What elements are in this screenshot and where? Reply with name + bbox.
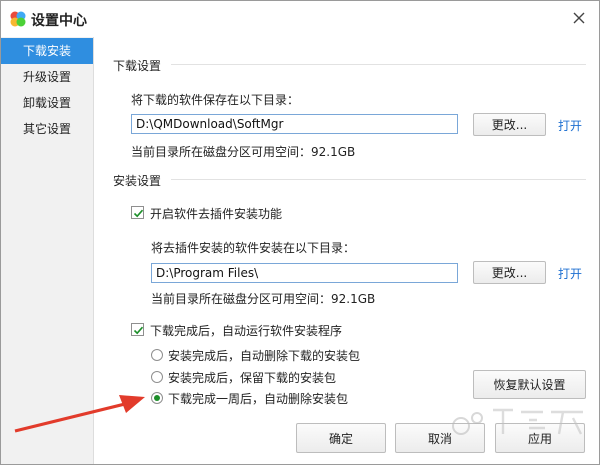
- download-free-space: 当前目录所在磁盘分区可用空间：92.1GB: [131, 145, 356, 159]
- check-icon: [133, 209, 144, 218]
- radio-delete-after-install-label: 安装完成后，自动删除下载的安装包: [168, 349, 361, 363]
- download-path-input[interactable]: [131, 114, 458, 134]
- sidebar: 下载安装 升级设置 卸载设置 其它设置: [1, 37, 94, 464]
- window-title: 设置中心: [31, 13, 87, 29]
- radio-keep-package[interactable]: [151, 371, 163, 383]
- plugin-path-label: 将去插件安装的软件安装在以下目录：: [151, 241, 356, 255]
- download-path-label: 将下载的软件保存在以下目录：: [131, 93, 300, 107]
- radio-delete-after-week-label: 下载完成一周后，自动删除安装包: [168, 392, 349, 406]
- app-logo-icon: [10, 11, 26, 27]
- plugin-free-space: 当前目录所在磁盘分区可用空间：92.1GB: [151, 292, 376, 306]
- install-section-title: 安装设置: [113, 174, 162, 188]
- restore-defaults-button[interactable]: 恢复默认设置: [473, 370, 586, 399]
- install-section-divider: [171, 179, 586, 180]
- radio-delete-after-week[interactable]: [151, 392, 163, 404]
- title-bar: 设置中心: [1, 1, 599, 37]
- download-section-divider: [171, 64, 586, 65]
- sidebar-item-download-install[interactable]: 下载安装: [1, 38, 93, 64]
- auto-install-label: 下载完成后，自动运行软件安装程序: [150, 324, 343, 338]
- check-icon: [133, 326, 144, 335]
- apply-button[interactable]: 应用: [495, 423, 585, 453]
- radio-keep-package-label: 安装完成后，保留下载的安装包: [168, 371, 337, 385]
- download-open-link[interactable]: 打开: [558, 117, 582, 134]
- auto-install-checkbox[interactable]: [131, 323, 144, 336]
- close-icon[interactable]: [571, 10, 587, 26]
- plugin-change-button[interactable]: 更改...: [473, 261, 546, 284]
- radio-delete-after-install[interactable]: [151, 349, 163, 361]
- cancel-button[interactable]: 取消: [395, 423, 485, 453]
- sidebar-item-uninstall[interactable]: 卸载设置: [1, 90, 93, 116]
- plugin-path-input[interactable]: [151, 263, 458, 283]
- sidebar-item-upgrade[interactable]: 升级设置: [1, 64, 93, 90]
- settings-window: 设置中心 下载安装 升级设置 卸载设置 其它设置 下载设置 将下载的软件保存在以…: [0, 0, 600, 465]
- sidebar-item-other[interactable]: 其它设置: [1, 116, 93, 142]
- download-change-button[interactable]: 更改...: [473, 113, 546, 136]
- download-section-title: 下载设置: [113, 59, 162, 73]
- plugin-install-checkbox[interactable]: [131, 206, 144, 219]
- plugin-install-label: 开启软件去插件安装功能: [150, 207, 283, 221]
- radio-selected-dot: [154, 395, 160, 401]
- plugin-open-link[interactable]: 打开: [558, 265, 582, 282]
- ok-button[interactable]: 确定: [296, 423, 386, 453]
